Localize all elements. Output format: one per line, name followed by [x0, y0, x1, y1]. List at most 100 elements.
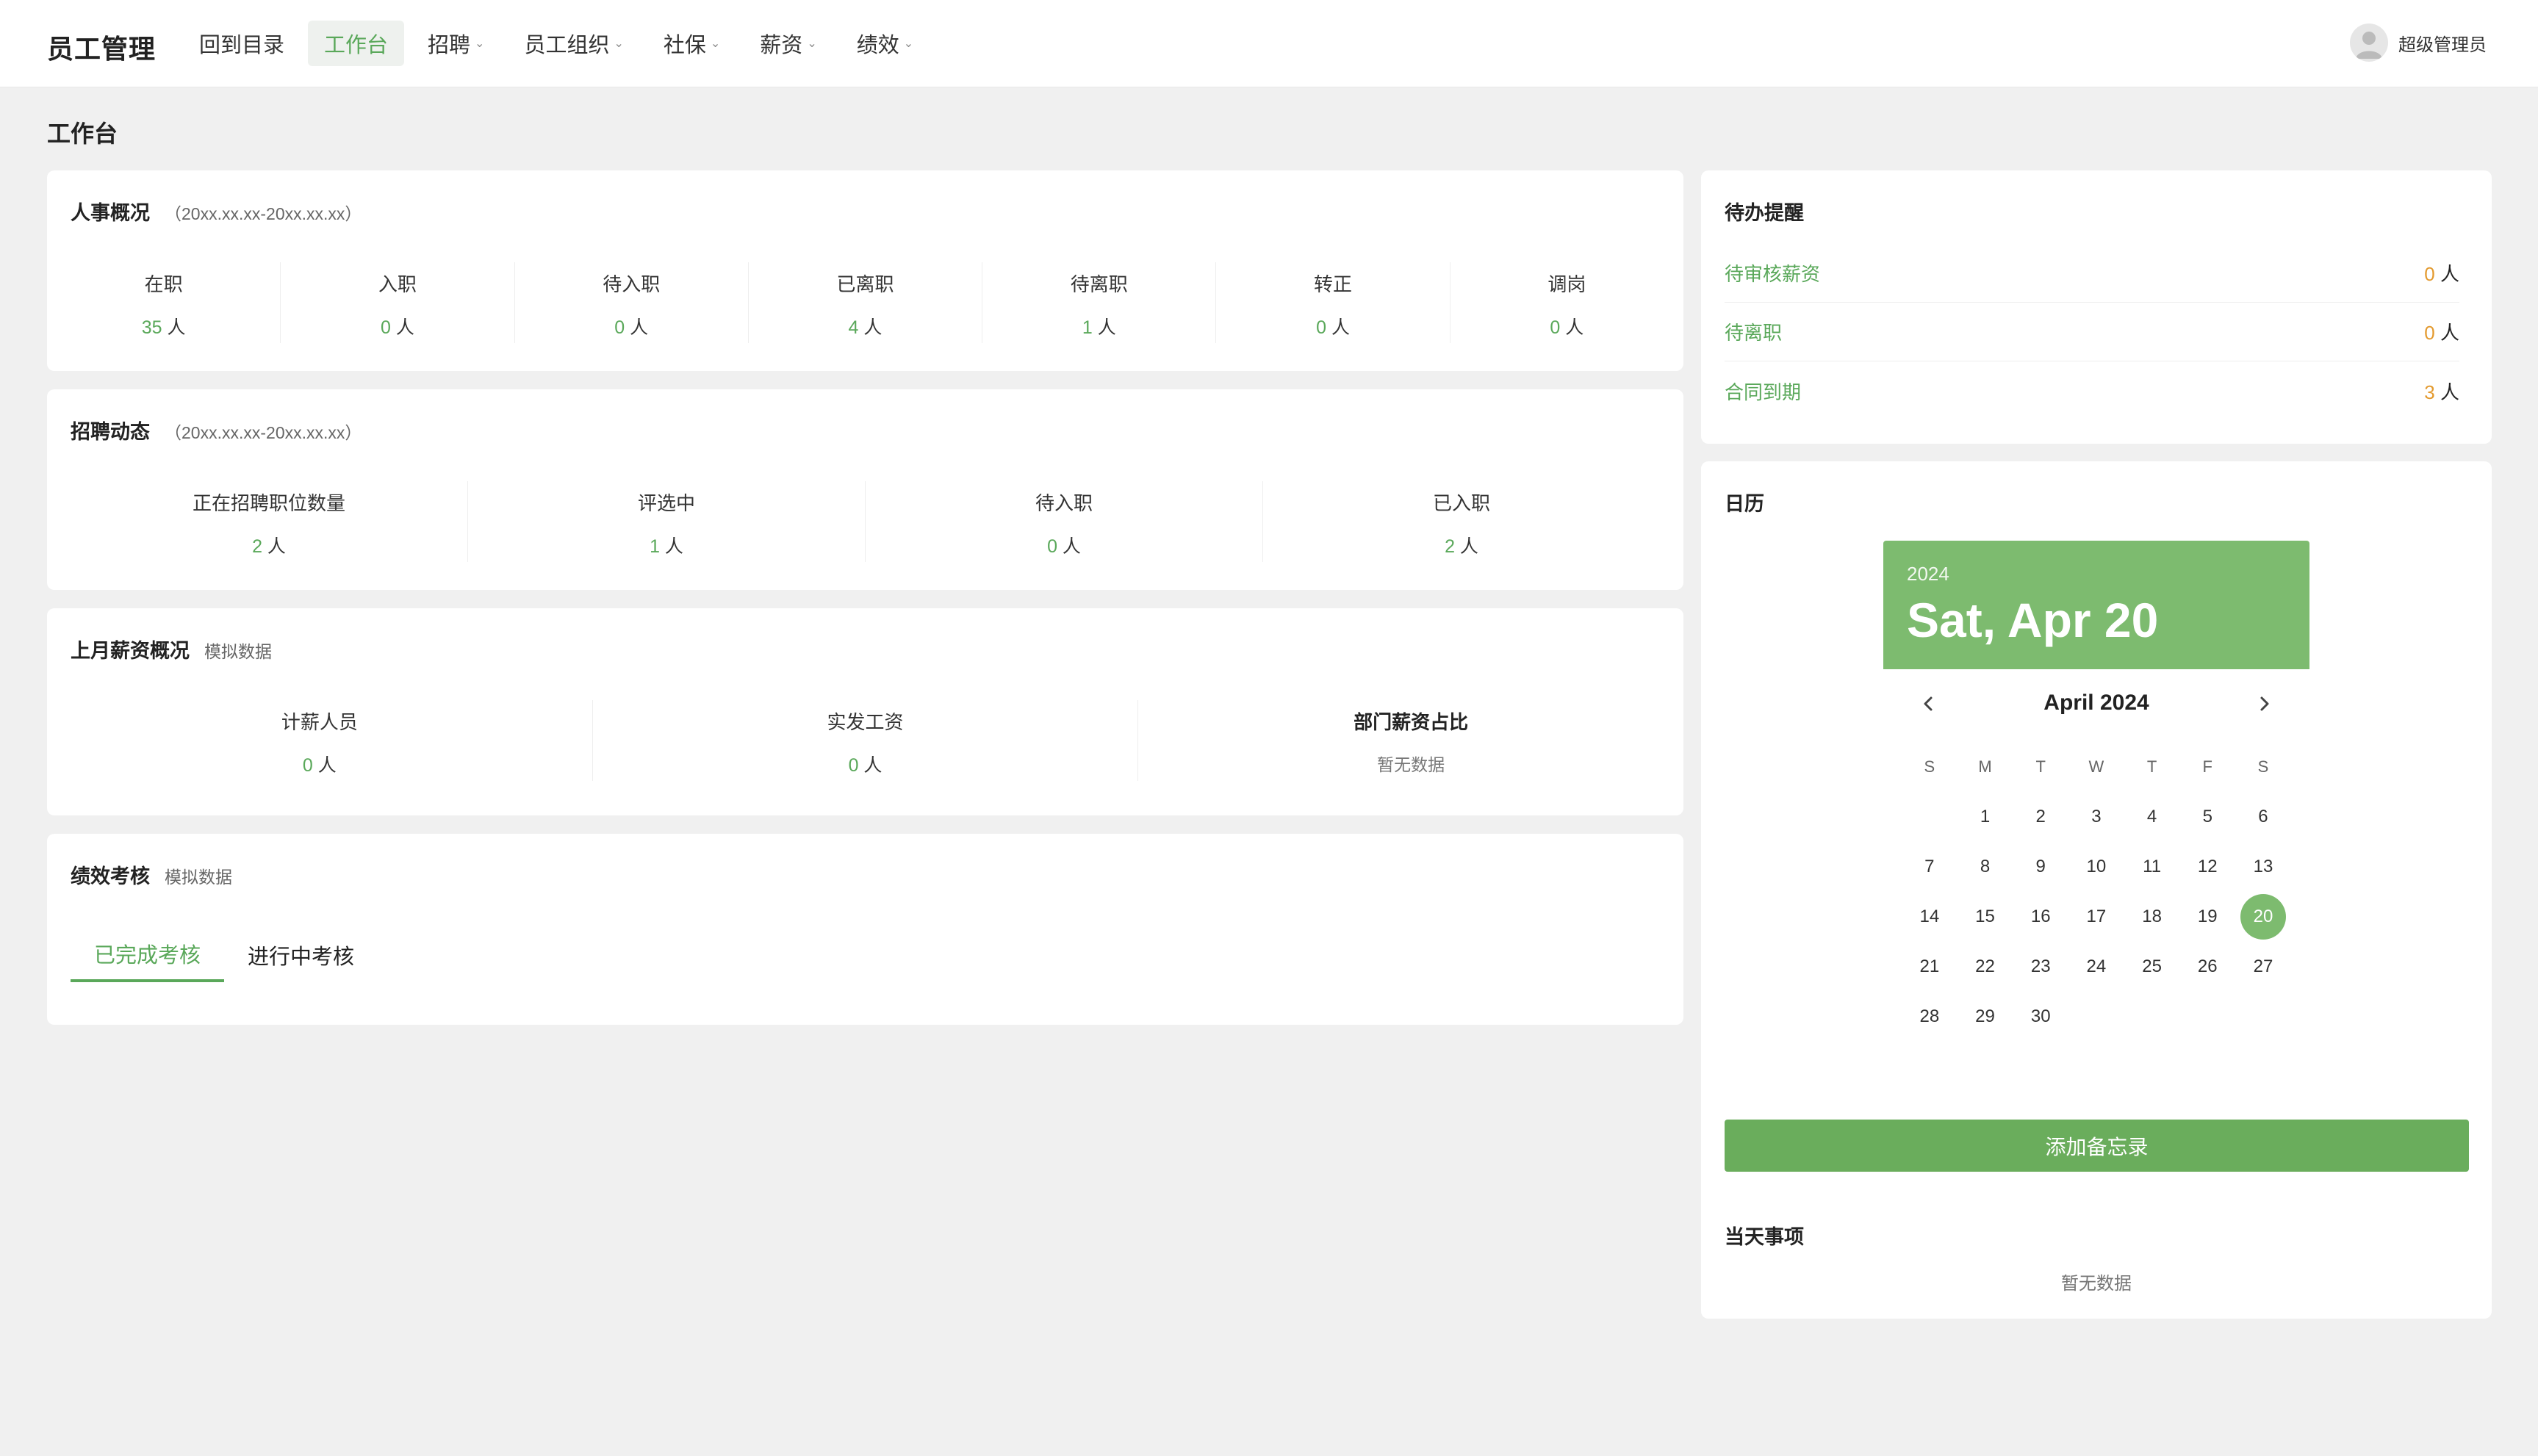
calendar-week-row: 28 29 30: [1902, 992, 2291, 1042]
nav-item-workbench[interactable]: 工作台: [308, 21, 405, 66]
calendar-day[interactable]: 23: [2018, 944, 2063, 990]
calendar-day[interactable]: 12: [2185, 844, 2230, 890]
calendar-selected-date: Sat, Apr 20: [1907, 593, 2159, 647]
stat-value: 2: [1445, 536, 1455, 557]
calendar-day[interactable]: 11: [2129, 844, 2175, 890]
stat-paid-staff[interactable]: 计薪人员 0 人: [47, 700, 593, 781]
calendar-cell: 10: [2068, 844, 2124, 890]
calendar-day[interactable]: 9: [2018, 844, 2063, 890]
calendar-day[interactable]: 21: [1907, 944, 1952, 990]
stat-actual-pay[interactable]: 实发工资 0 人: [593, 700, 1139, 781]
stat-onboarded[interactable]: 已入职 2 人: [1263, 481, 1660, 562]
nav-item-organization[interactable]: 员工组织 ⌄: [508, 21, 639, 66]
calendar-day[interactable]: 8: [1963, 844, 2008, 890]
weekday-label: T: [2146, 757, 2157, 776]
weekday-label: F: [2202, 757, 2212, 776]
stat-onboarded[interactable]: 入职 0 人: [281, 262, 515, 343]
calendar-day[interactable]: 5: [2185, 794, 2230, 840]
todo-link-contract-expiry[interactable]: 合同到期: [1725, 378, 1801, 405]
calendar-week-row: 7 8 9 10 11 12 13: [1902, 842, 2291, 892]
stat-unit: 人: [630, 317, 649, 338]
stat-pending-resign[interactable]: 待离职 1 人: [982, 262, 1217, 343]
todo-count: 0: [2424, 263, 2435, 285]
calendar-day[interactable]: 25: [2129, 944, 2175, 990]
calendar-cell: 24: [2068, 944, 2124, 990]
stat-resigned[interactable]: 已离职 4 人: [749, 262, 983, 343]
stat-on-job[interactable]: 在职 35 人: [47, 262, 281, 343]
calendar-day[interactable]: 4: [2129, 794, 2175, 840]
stat-open-positions[interactable]: 正在招聘职位数量 2 人: [71, 481, 468, 562]
chevron-right-icon[interactable]: [2249, 689, 2279, 718]
calendar-day[interactable]: 2: [2018, 794, 2063, 840]
nav-label: 薪资: [760, 34, 803, 57]
stat-label: 计薪人员: [281, 711, 358, 733]
calendar-day[interactable]: 15: [1963, 894, 2008, 940]
hr-overview-card: 人事概况 （20xx.xx.xx-20xx.xx.xx） 在职 35 人 入职 0 …: [47, 170, 1683, 371]
tab-completed-review[interactable]: 已完成考核: [71, 928, 225, 982]
nav-item-performance[interactable]: 绩效 ⌄: [841, 21, 930, 66]
nav-label: 回到目录: [199, 34, 285, 57]
calendar-cell: 19: [2179, 894, 2235, 940]
calendar-cell: 11: [2124, 844, 2180, 890]
todo-link-pending-resign[interactable]: 待离职: [1725, 318, 1782, 345]
stat-unit: 人: [267, 536, 286, 557]
calendar-day[interactable]: 30: [2018, 994, 2063, 1039]
stat-pending-onboard[interactable]: 待入职 0 人: [866, 481, 1263, 562]
user-menu[interactable]: 超级管理员: [2350, 24, 2487, 62]
stat-label: 待入职: [603, 273, 661, 295]
calendar-day[interactable]: 26: [2185, 944, 2230, 990]
add-memo-button[interactable]: 添加备忘录: [1725, 1120, 2469, 1172]
calendar-day[interactable]: 10: [2074, 844, 2119, 890]
calendar-grid: S M T W T F S 1 2 3 4 5 6 7 8 9 10 11 12 13 14 15 16 17 18 19 20 21…: [1902, 742, 2291, 1042]
stat-unit: 人: [664, 536, 683, 557]
page-title: 工作台: [47, 120, 118, 147]
stat-regularized[interactable]: 转正 0 人: [1216, 262, 1450, 343]
calendar-day[interactable]: 18: [2129, 894, 2175, 940]
calendar-year[interactable]: 2024: [1907, 563, 1949, 585]
stat-unit: 人: [1097, 317, 1116, 338]
calendar-day[interactable]: 17: [2074, 894, 2119, 940]
stat-screening[interactable]: 评选中 1 人: [468, 481, 866, 562]
stat-label: 实发工资: [827, 711, 904, 733]
user-avatar-icon: [2350, 24, 2388, 62]
card-title: 待办提醒: [1725, 202, 1804, 224]
calendar-day[interactable]: 6: [2240, 794, 2286, 840]
calendar-day-selected[interactable]: 20: [2240, 894, 2286, 940]
stat-pending-onboard[interactable]: 待入职 0 人: [515, 262, 749, 343]
todo-link-salary-review[interactable]: 待审核薪资: [1725, 259, 1820, 286]
calendar-day[interactable]: 22: [1963, 944, 2008, 990]
weekday-label: T: [2035, 757, 2046, 776]
nav-item-salary[interactable]: 薪资 ⌄: [744, 21, 833, 66]
nav-label: 员工组织: [524, 34, 610, 57]
nav-item-social-security[interactable]: 社保 ⌄: [647, 21, 736, 66]
calendar-day[interactable]: 1: [1963, 794, 2008, 840]
calendar-week-row: 14 15 16 17 18 19 20: [1902, 892, 2291, 942]
card-title: 日历: [1725, 493, 1764, 515]
stat-unit: 人: [167, 317, 186, 338]
calendar-day[interactable]: 24: [2074, 944, 2119, 990]
stat-transfer[interactable]: 调岗 0 人: [1450, 262, 1683, 343]
calendar-day[interactable]: 13: [2240, 844, 2286, 890]
calendar-day[interactable]: 29: [1963, 994, 2008, 1039]
nav-label: 工作台: [324, 34, 389, 57]
stat-unit: 人: [317, 755, 337, 776]
calendar-day[interactable]: 28: [1907, 994, 1952, 1039]
mock-data-tag: 模拟数据: [165, 868, 232, 887]
todo-count: 0: [2424, 322, 2435, 344]
calendar-month-label[interactable]: April 2024: [1883, 691, 2309, 716]
calendar-day[interactable]: 14: [1907, 894, 1952, 940]
calendar-day[interactable]: 27: [2240, 944, 2286, 990]
stat-value: 0: [302, 755, 313, 776]
todo-unit: 人: [2440, 263, 2459, 285]
calendar-day[interactable]: 19: [2185, 894, 2230, 940]
calendar-cell: 4: [2124, 794, 2180, 840]
calendar-day[interactable]: 7: [1907, 844, 1952, 890]
stat-value: 0: [1550, 317, 1561, 338]
nav-item-recruit[interactable]: 招聘 ⌄: [411, 21, 500, 66]
tab-in-progress-review[interactable]: 进行中考核: [224, 928, 378, 982]
calendar-day[interactable]: 3: [2074, 794, 2119, 840]
calendar-cell: 13: [2235, 844, 2291, 890]
nav-item-catalog[interactable]: 回到目录: [183, 21, 301, 66]
calendar-day[interactable]: 16: [2018, 894, 2063, 940]
stat-unit: 人: [863, 317, 882, 338]
